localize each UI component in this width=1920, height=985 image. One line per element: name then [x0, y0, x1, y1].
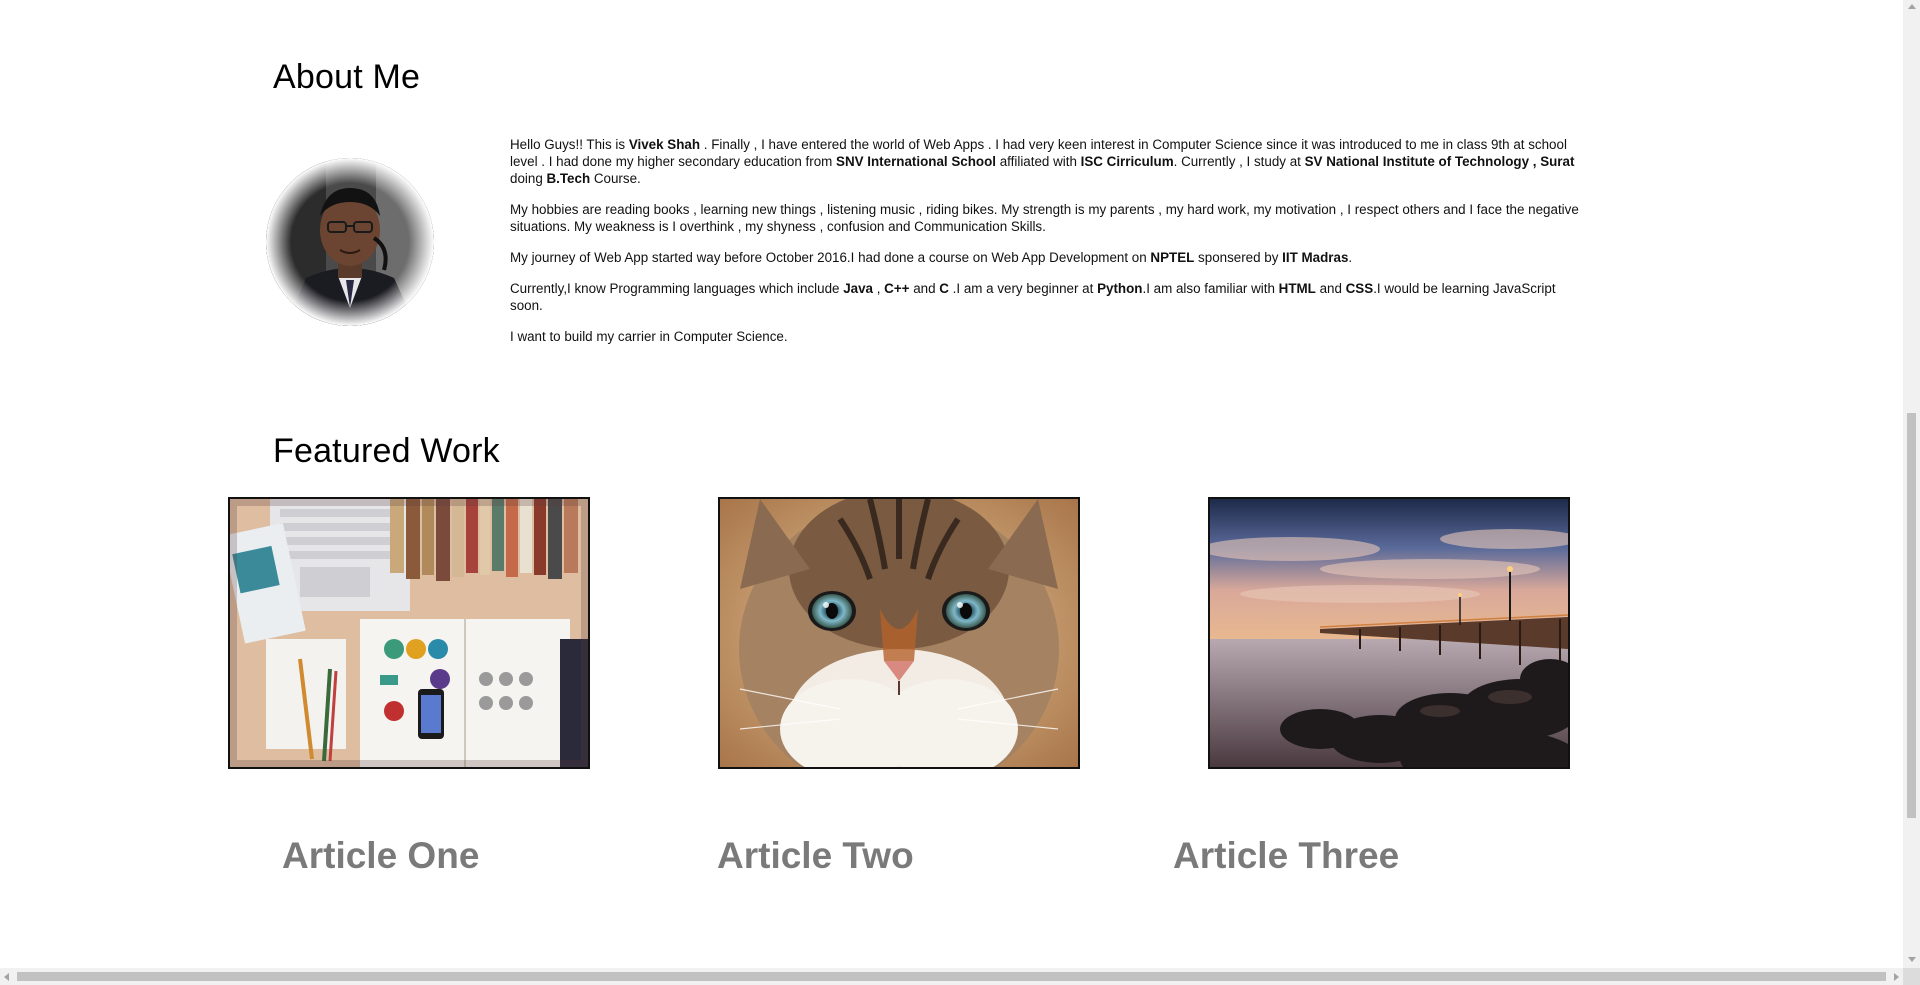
- vertical-scrollbar[interactable]: [1903, 0, 1920, 968]
- article-two-image[interactable]: [718, 497, 1080, 769]
- bio-text: sponsered by: [1194, 250, 1283, 265]
- bio-text: My journey of Web App started way before…: [510, 250, 1151, 265]
- article-three-image[interactable]: [1208, 497, 1570, 769]
- bio-highlight: Vivek Shah: [628, 137, 701, 152]
- bio-highlight: SNV International School: [836, 154, 996, 169]
- bio-text: and: [1315, 281, 1346, 296]
- scrollbar-corner: [1903, 968, 1920, 985]
- article-two-title[interactable]: Article Two: [717, 835, 914, 877]
- bio-highlight: IIT Madras: [1282, 250, 1349, 265]
- bio-paragraph: I want to build my carrier in Computer S…: [510, 328, 1580, 345]
- bio-highlight: NPTEL: [1150, 250, 1195, 265]
- bio-highlight: CSS: [1345, 281, 1374, 296]
- article-one-title[interactable]: Article One: [282, 835, 479, 877]
- bio-text: My hobbies are reading books , learning …: [510, 202, 1579, 234]
- horizontal-scrollbar-thumb[interactable]: [17, 972, 1886, 981]
- bio-text: .: [1348, 250, 1353, 265]
- bio-text: ,: [873, 281, 885, 296]
- bio-paragraph: Hello Guys!! This is Vivek Shah . Finall…: [510, 136, 1580, 187]
- scroll-down-arrow-icon[interactable]: [1908, 957, 1916, 962]
- bio-paragraph: Currently,I know Programming languages w…: [510, 280, 1580, 314]
- avatar: [260, 152, 440, 332]
- profile-photo: [266, 158, 434, 326]
- bio-text: I want to build my carrier in Computer S…: [510, 329, 788, 344]
- bio-text: Hello Guys!! This is: [510, 137, 629, 152]
- bio-text: and: [909, 281, 940, 296]
- about-me-heading: About Me: [273, 58, 421, 96]
- bio-text: Course.: [590, 171, 641, 186]
- article-three-title[interactable]: Article Three: [1173, 835, 1399, 877]
- bio-highlight: SV National Institute of Technology , Su…: [1304, 154, 1575, 169]
- vertical-scrollbar-thumb[interactable]: [1907, 413, 1916, 818]
- bio-paragraph: My journey of Web App started way before…: [510, 249, 1580, 266]
- bio-highlight: Java: [843, 281, 873, 296]
- horizontal-scrollbar[interactable]: [0, 968, 1903, 985]
- scroll-left-arrow-icon[interactable]: [4, 973, 9, 981]
- scroll-right-arrow-icon[interactable]: [1894, 973, 1899, 981]
- bio-text: Currently,I know Programming languages w…: [510, 281, 844, 296]
- bio-highlight: C: [939, 281, 949, 296]
- bio-highlight: ISC Cirriculum: [1080, 154, 1174, 169]
- bio-text: . Currently , I study at: [1173, 154, 1305, 169]
- bio-text: .I am also familiar with: [1142, 281, 1279, 296]
- bio-highlight: B.Tech: [546, 171, 591, 186]
- page-viewport: About Me Hello Guys!! This is Vivek Shah…: [0, 0, 1903, 968]
- bio-paragraph: My hobbies are reading books , learning …: [510, 201, 1580, 235]
- bio-highlight: HTML: [1278, 281, 1316, 296]
- bio-text: doing: [510, 171, 547, 186]
- bio-highlight: C++: [884, 281, 910, 296]
- featured-work-heading: Featured Work: [273, 432, 500, 470]
- about-me-bio: Hello Guys!! This is Vivek Shah . Finall…: [510, 136, 1580, 359]
- bio-text: affiliated with: [996, 154, 1081, 169]
- bio-highlight: Python: [1097, 281, 1143, 296]
- scroll-up-arrow-icon[interactable]: [1908, 4, 1916, 9]
- article-one-image[interactable]: [228, 497, 590, 769]
- bio-text: .I am a very beginner at: [948, 281, 1098, 296]
